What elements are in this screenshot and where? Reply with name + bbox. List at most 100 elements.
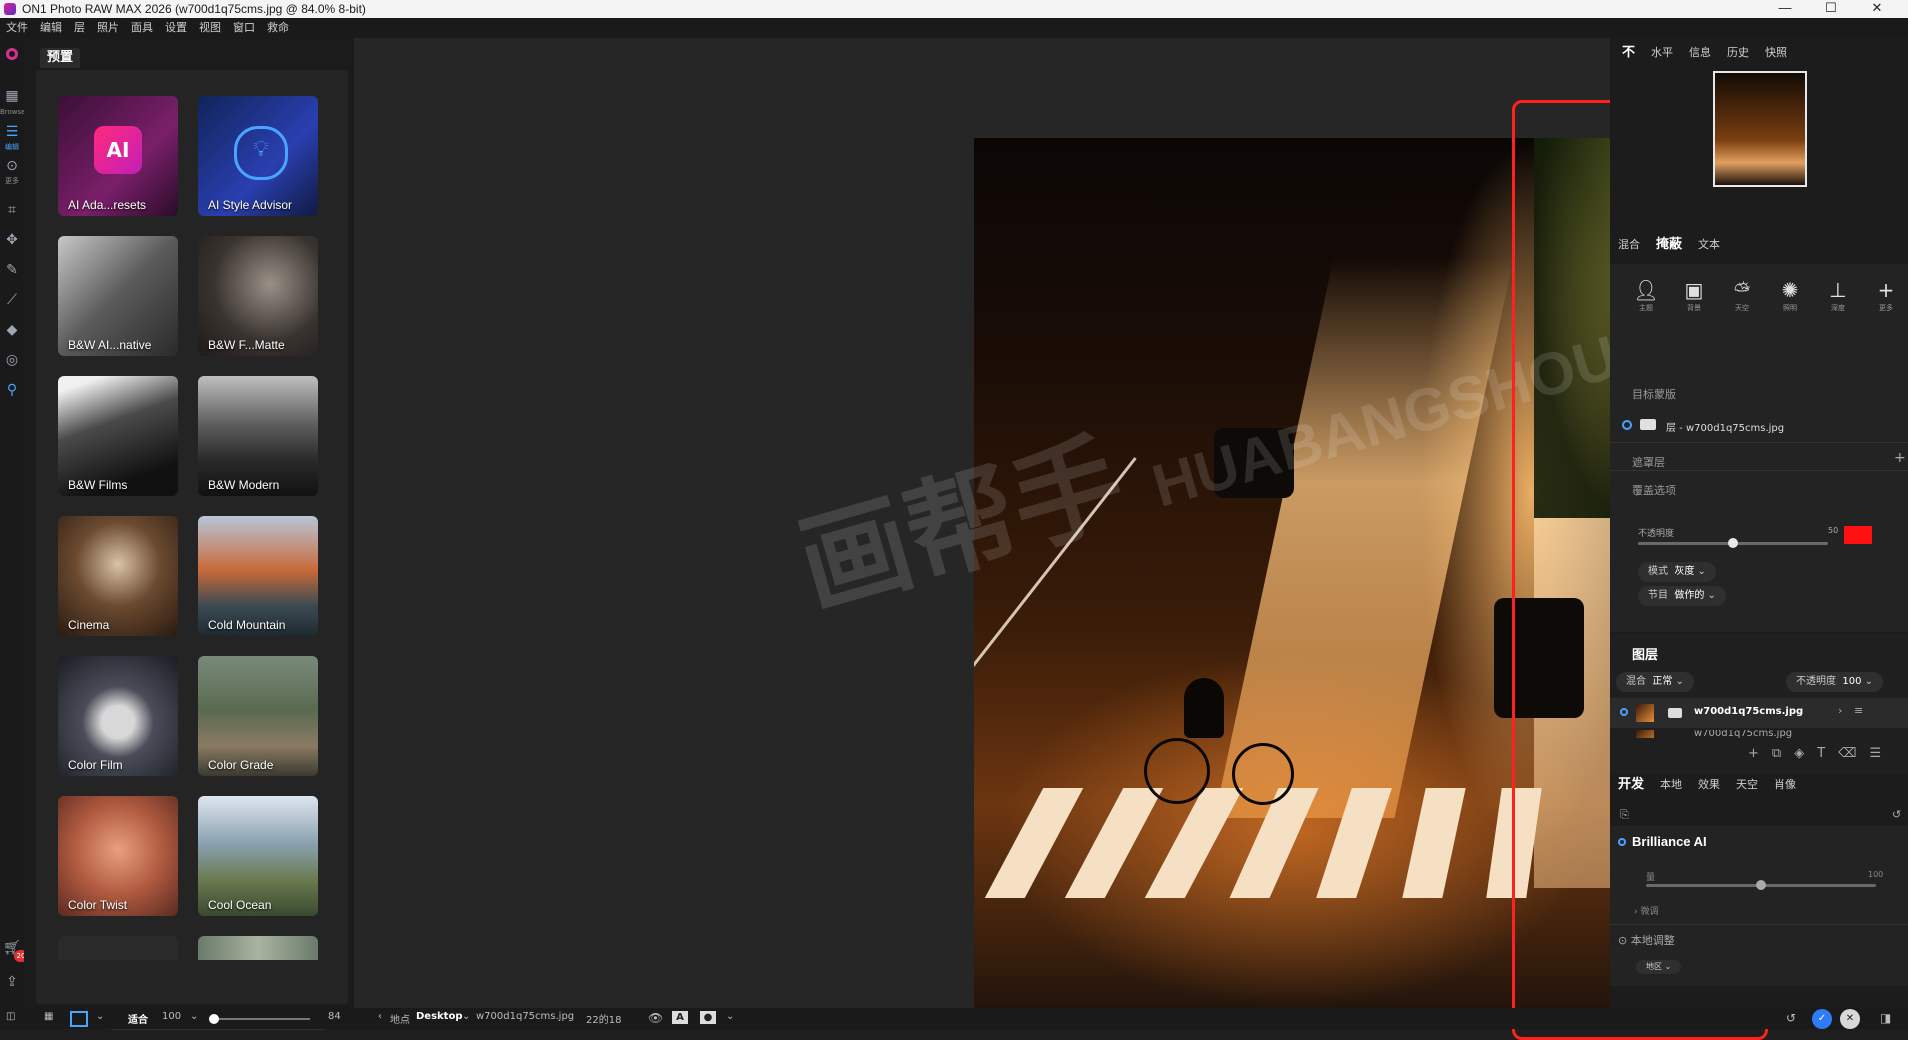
chevron-right-icon[interactable]: › (1838, 704, 1842, 717)
image-canvas[interactable]: 画帮手 HUABANGSHOU.COM (354, 38, 1776, 1040)
tab-history[interactable]: 历史 (1719, 42, 1757, 64)
sky-mask-button[interactable]: ⛅︎ 天空 (1722, 278, 1762, 313)
menu-settings[interactable]: 设置 (159, 18, 193, 38)
maximize-button[interactable]: ☐ (1808, 0, 1854, 18)
preset-partial[interactable] (58, 936, 178, 960)
tab-portrait[interactable]: 肖像 (1766, 774, 1804, 796)
blend-mode-dropdown[interactable]: 混合 正常 ⌄ (1616, 672, 1694, 692)
overlay-dropdown-icon[interactable]: ⌄ (726, 1011, 734, 1022)
delete-layer-icon[interactable]: ⌫ (1838, 746, 1869, 761)
save-preset-icon[interactable]: ⎘ (1620, 808, 1629, 822)
tab-levels[interactable]: 水平 (1643, 42, 1681, 64)
edit-sliders-icon[interactable]: ☰ (2, 122, 22, 142)
folder-dropdown-icon[interactable]: ⌄ (462, 1011, 470, 1022)
browse-grid-icon[interactable]: ▦ (2, 86, 22, 106)
tab-sky[interactable]: 天空 (1728, 774, 1766, 796)
panel-toggle-icon[interactable]: ◫ (6, 1011, 15, 1022)
menu-photo[interactable]: 照片 (91, 18, 125, 38)
zoom-icon[interactable]: ⚲ (2, 380, 22, 400)
menu-help[interactable]: 救命 (261, 18, 295, 38)
more-dots-icon[interactable]: ⊙ (2, 156, 22, 176)
zoom-value[interactable]: 100 (162, 1011, 181, 1022)
presets-tab[interactable]: 预置 (40, 48, 80, 68)
eraser-icon[interactable]: ◆ (2, 320, 22, 340)
tab-local[interactable]: 本地 (1652, 774, 1690, 796)
preset-color-film[interactable]: Color Film (58, 656, 178, 776)
brush-icon[interactable]: ✎ (2, 260, 22, 280)
preset-cool-ocean[interactable]: Cool Ocean (198, 796, 318, 916)
fit-button[interactable]: 适合 (128, 1011, 148, 1026)
preset-bw-film-matte[interactable]: B&W F...Matte (198, 236, 318, 356)
close-window-button[interactable]: ✕ (1854, 0, 1900, 18)
move-icon[interactable]: ✥ (2, 230, 22, 250)
mask-overlay-icon[interactable]: ● (700, 1011, 716, 1024)
tab-blend[interactable]: 混合 (1610, 234, 1648, 256)
tab-snapshots[interactable]: 快照 (1757, 42, 1795, 64)
layers-stack-icon[interactable]: ☰ (1870, 746, 1895, 761)
preset-bw-modern[interactable]: B&W Modern (198, 376, 318, 496)
zoom-dropdown-icon[interactable]: ⌄ (190, 1011, 198, 1022)
subject-mask-button[interactable]: 👤︎ 主题 (1626, 278, 1666, 313)
region-dropdown[interactable]: 地区 ⌄ (1636, 960, 1682, 974)
fingerprint-icon[interactable]: ◎ (2, 350, 22, 370)
zoom-slider[interactable] (214, 1018, 310, 1020)
segment-dropdown[interactable]: 节目 做作的 ⌄ (1638, 586, 1726, 606)
on1-logo-icon[interactable] (2, 46, 22, 66)
layer-row[interactable]: w700d1q75cms.jpg › ≡ (1610, 698, 1908, 728)
target-radio[interactable] (1622, 420, 1632, 430)
overlay-color-swatch[interactable] (1844, 526, 1872, 544)
auto-mask-icon[interactable]: A (672, 1011, 688, 1024)
menu-layer[interactable]: 层 (68, 18, 91, 38)
local-adjust-row[interactable]: ⊙ 本地调整 (1618, 932, 1675, 948)
navigator-thumbnail[interactable] (1713, 71, 1807, 187)
background-mask-button[interactable]: ▣ 背景 (1674, 278, 1714, 313)
more-mask-button[interactable]: + 更多 (1866, 278, 1906, 313)
crop-icon[interactable]: ⌗ (2, 200, 22, 220)
duplicate-layer-icon[interactable]: ⧉ (1772, 746, 1794, 761)
preset-partial[interactable] (198, 936, 318, 960)
preset-bw-ai-alternative[interactable]: B&W AI...native (58, 236, 178, 356)
back-icon[interactable]: ‹ (378, 1011, 382, 1022)
reset-icon[interactable]: ↺ (1892, 808, 1901, 821)
menu-file[interactable]: 文件 (0, 18, 34, 38)
share-icon[interactable]: ⇪ (2, 972, 22, 992)
preset-bw-films[interactable]: B&W Films (58, 376, 178, 496)
preset-color-grade[interactable]: Color Grade (198, 656, 318, 776)
grid-view-icon[interactable]: ▦ (44, 1011, 53, 1022)
opacity-slider-knob[interactable] (1728, 538, 1738, 548)
layer-row[interactable]: w700d1q75cms.jpg (1610, 730, 1908, 738)
text-layer-icon[interactable]: T (1817, 746, 1838, 761)
panel-layout-icon[interactable]: ◨ (1880, 1011, 1891, 1025)
menu-mask[interactable]: 面具 (125, 18, 159, 38)
gradient-icon[interactable]: ⟋ (2, 290, 22, 310)
undo-icon[interactable]: ↺ (1786, 1011, 1796, 1025)
menu-view[interactable]: 视图 (193, 18, 227, 38)
amount-slider-knob[interactable] (1756, 880, 1766, 890)
single-view-icon[interactable] (70, 1011, 88, 1027)
preset-ai-adaptive[interactable]: AI AI Ada...resets (58, 96, 178, 216)
tab-develop[interactable]: 开发 (1610, 774, 1652, 796)
tab-masking[interactable]: 掩蔽 (1648, 234, 1690, 256)
add-mask-layer-icon[interactable]: + (1894, 450, 1906, 466)
folder-name[interactable]: Desktop (416, 1011, 463, 1022)
preset-cold-mountain[interactable]: Cold Mountain (198, 516, 318, 636)
view-dropdown-icon[interactable]: ⌄ (96, 1011, 104, 1022)
fine-tune-toggle[interactable]: › 微调 (1634, 904, 1658, 917)
tab-text[interactable]: 文本 (1690, 234, 1728, 256)
apply-checkmark-icon[interactable]: ✓ (1812, 1009, 1832, 1029)
fill-layer-icon[interactable]: ◈ (1794, 746, 1817, 761)
layer-menu-icon[interactable]: ≡ (1854, 704, 1863, 717)
cancel-x-icon[interactable]: ✕ (1840, 1009, 1860, 1029)
menu-window[interactable]: 窗口 (227, 18, 261, 38)
preset-cinema[interactable]: Cinema (58, 516, 178, 636)
brilliance-toggle[interactable] (1618, 838, 1626, 846)
tab-info[interactable]: 信息 (1681, 42, 1719, 64)
layer-opacity-dropdown[interactable]: 不透明度 100 ⌄ (1786, 672, 1884, 692)
add-layer-icon[interactable]: + (1748, 746, 1772, 761)
minimize-button[interactable]: — (1762, 0, 1808, 18)
preset-color-twist[interactable]: Color Twist (58, 796, 178, 916)
zoom-slider-knob[interactable] (209, 1014, 219, 1024)
preset-ai-style-advisor[interactable]: 💡︎ AI Style Advisor (198, 96, 318, 216)
lighting-mask-button[interactable]: ✺ 照明 (1770, 278, 1810, 313)
eye-icon[interactable]: 👁︎ (648, 1011, 663, 1025)
